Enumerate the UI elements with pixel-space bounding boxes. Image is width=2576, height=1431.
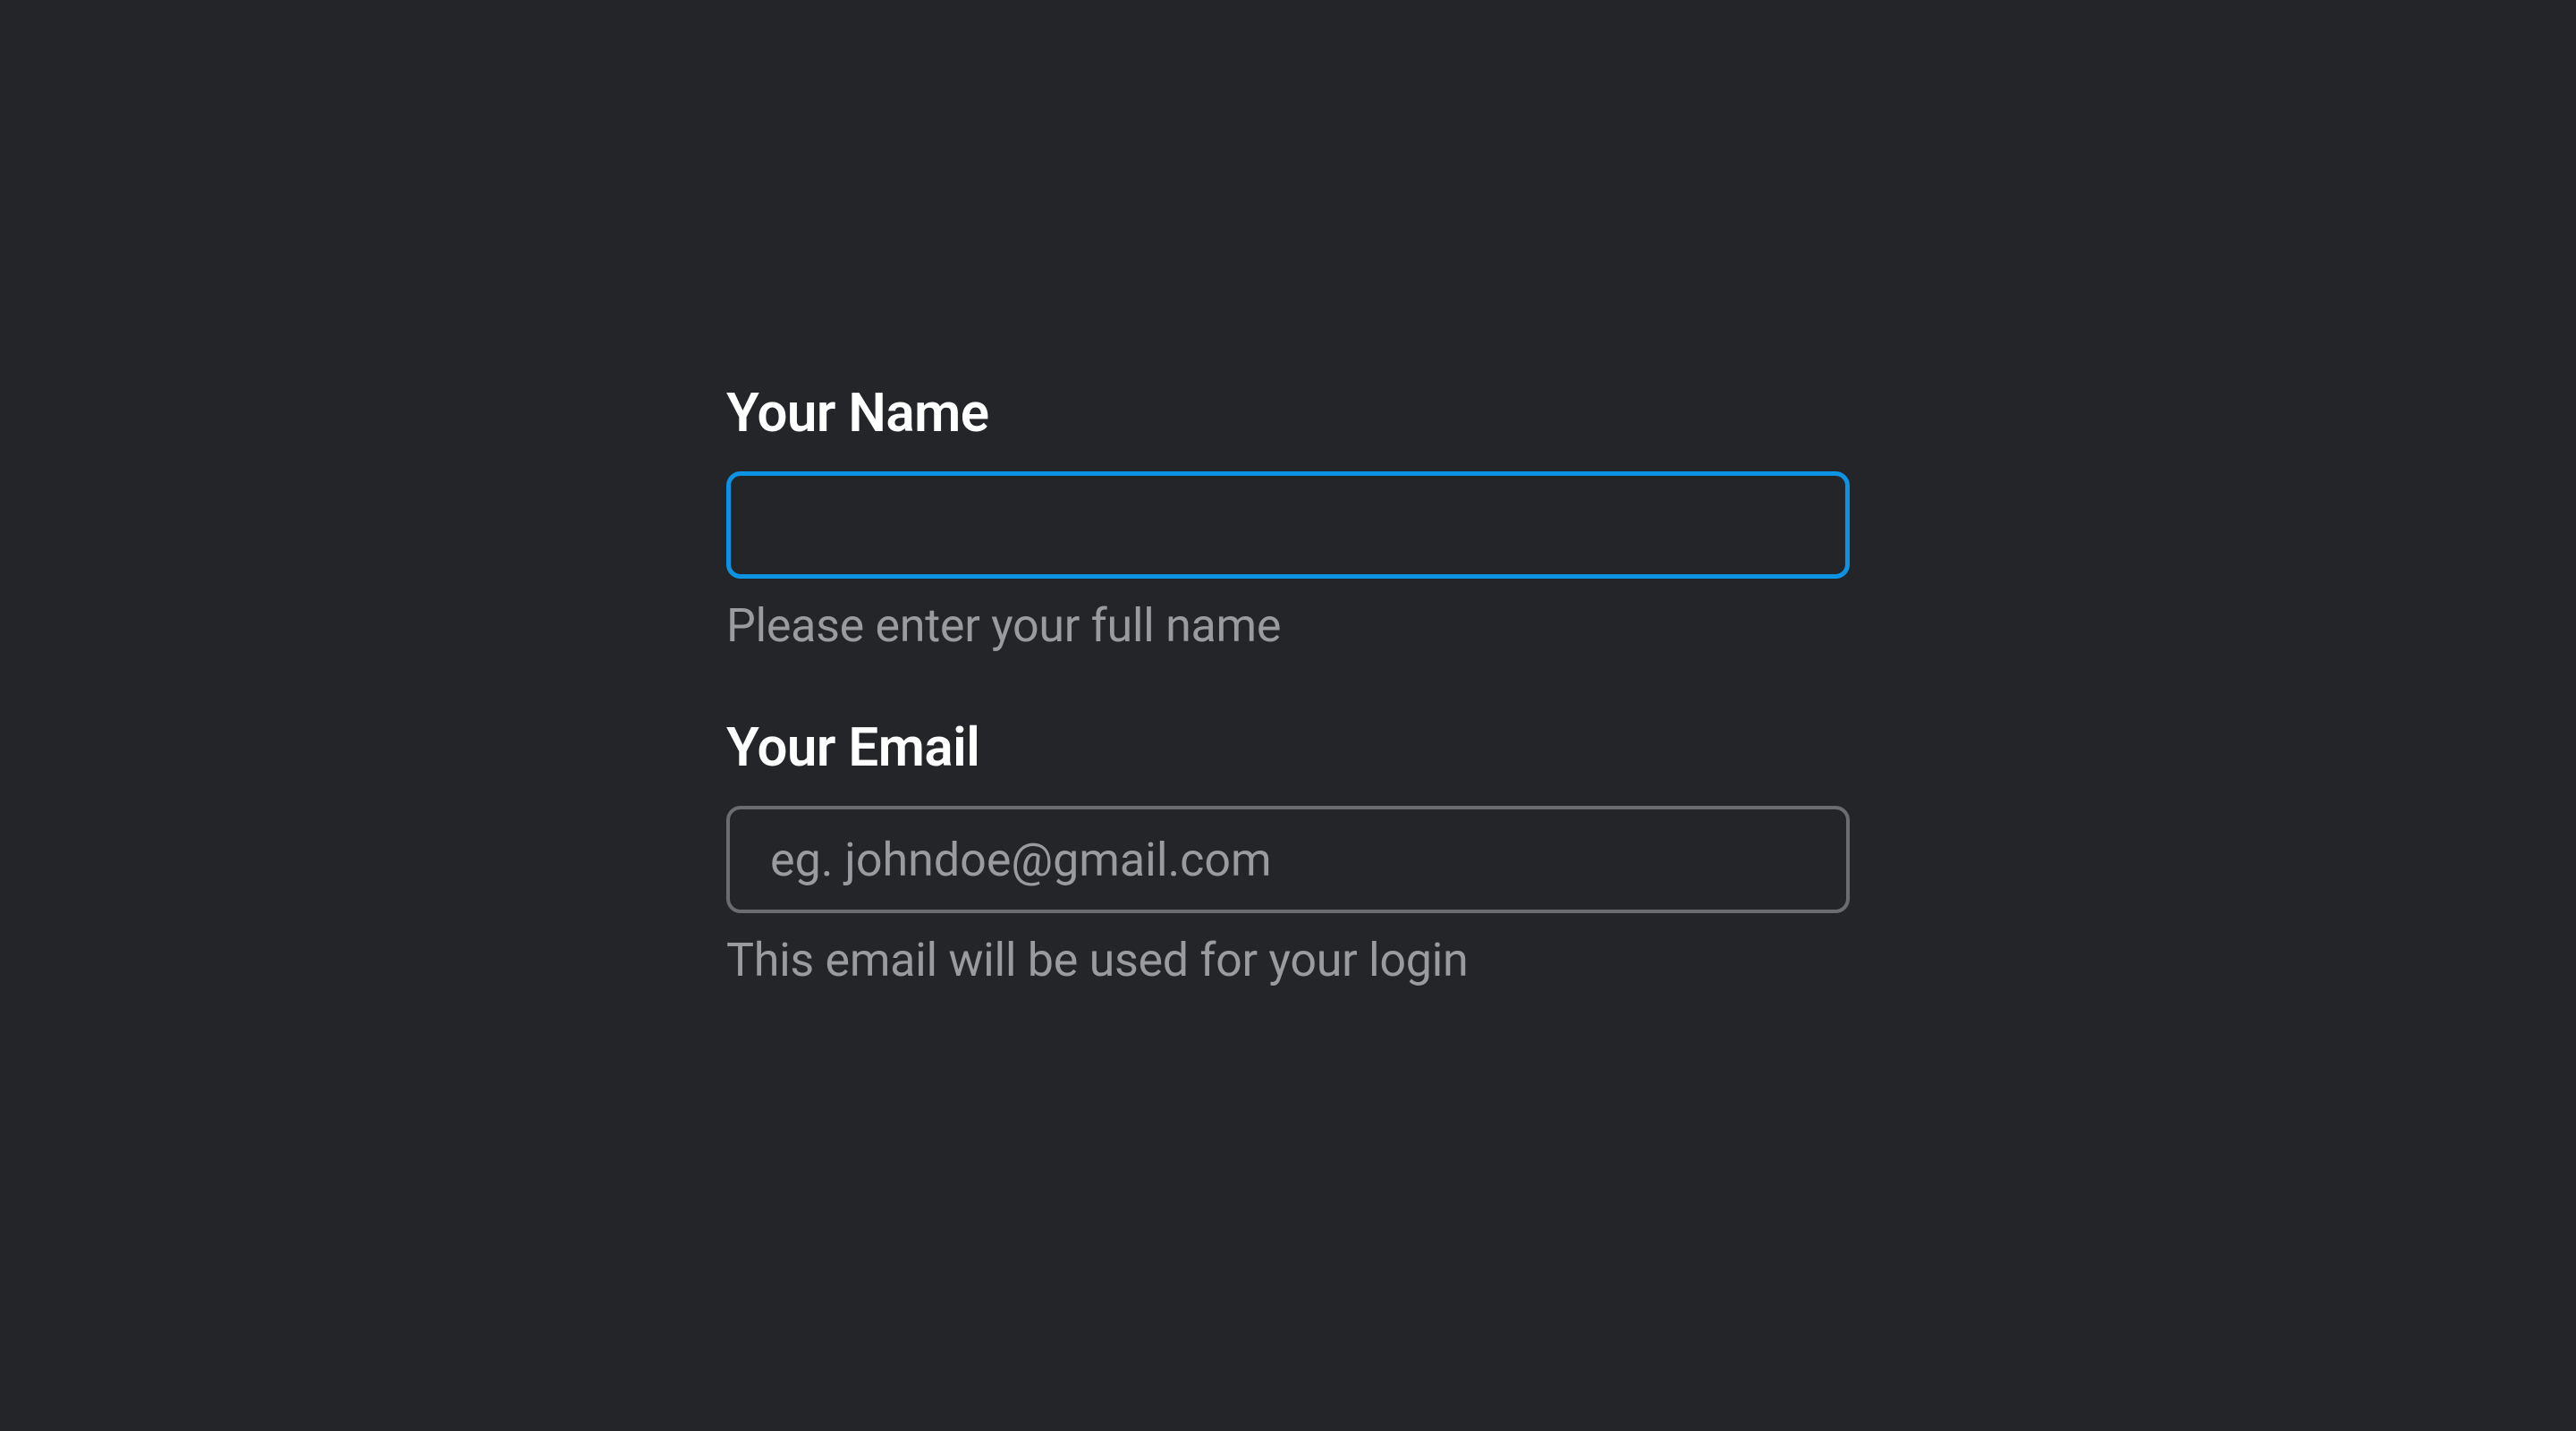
name-help-text: Please enter your full name bbox=[726, 598, 1850, 653]
email-field-group: Your Email This email will be used for y… bbox=[726, 716, 1850, 987]
email-input[interactable] bbox=[726, 806, 1850, 913]
name-field-group: Your Name Please enter your full name bbox=[726, 381, 1850, 653]
name-label: Your Name bbox=[726, 381, 1850, 445]
email-label: Your Email bbox=[726, 716, 1850, 779]
email-help-text: This email will be used for your login bbox=[726, 933, 1850, 987]
name-input[interactable] bbox=[726, 471, 1850, 579]
form-container: Your Name Please enter your full name Yo… bbox=[726, 381, 1850, 1050]
